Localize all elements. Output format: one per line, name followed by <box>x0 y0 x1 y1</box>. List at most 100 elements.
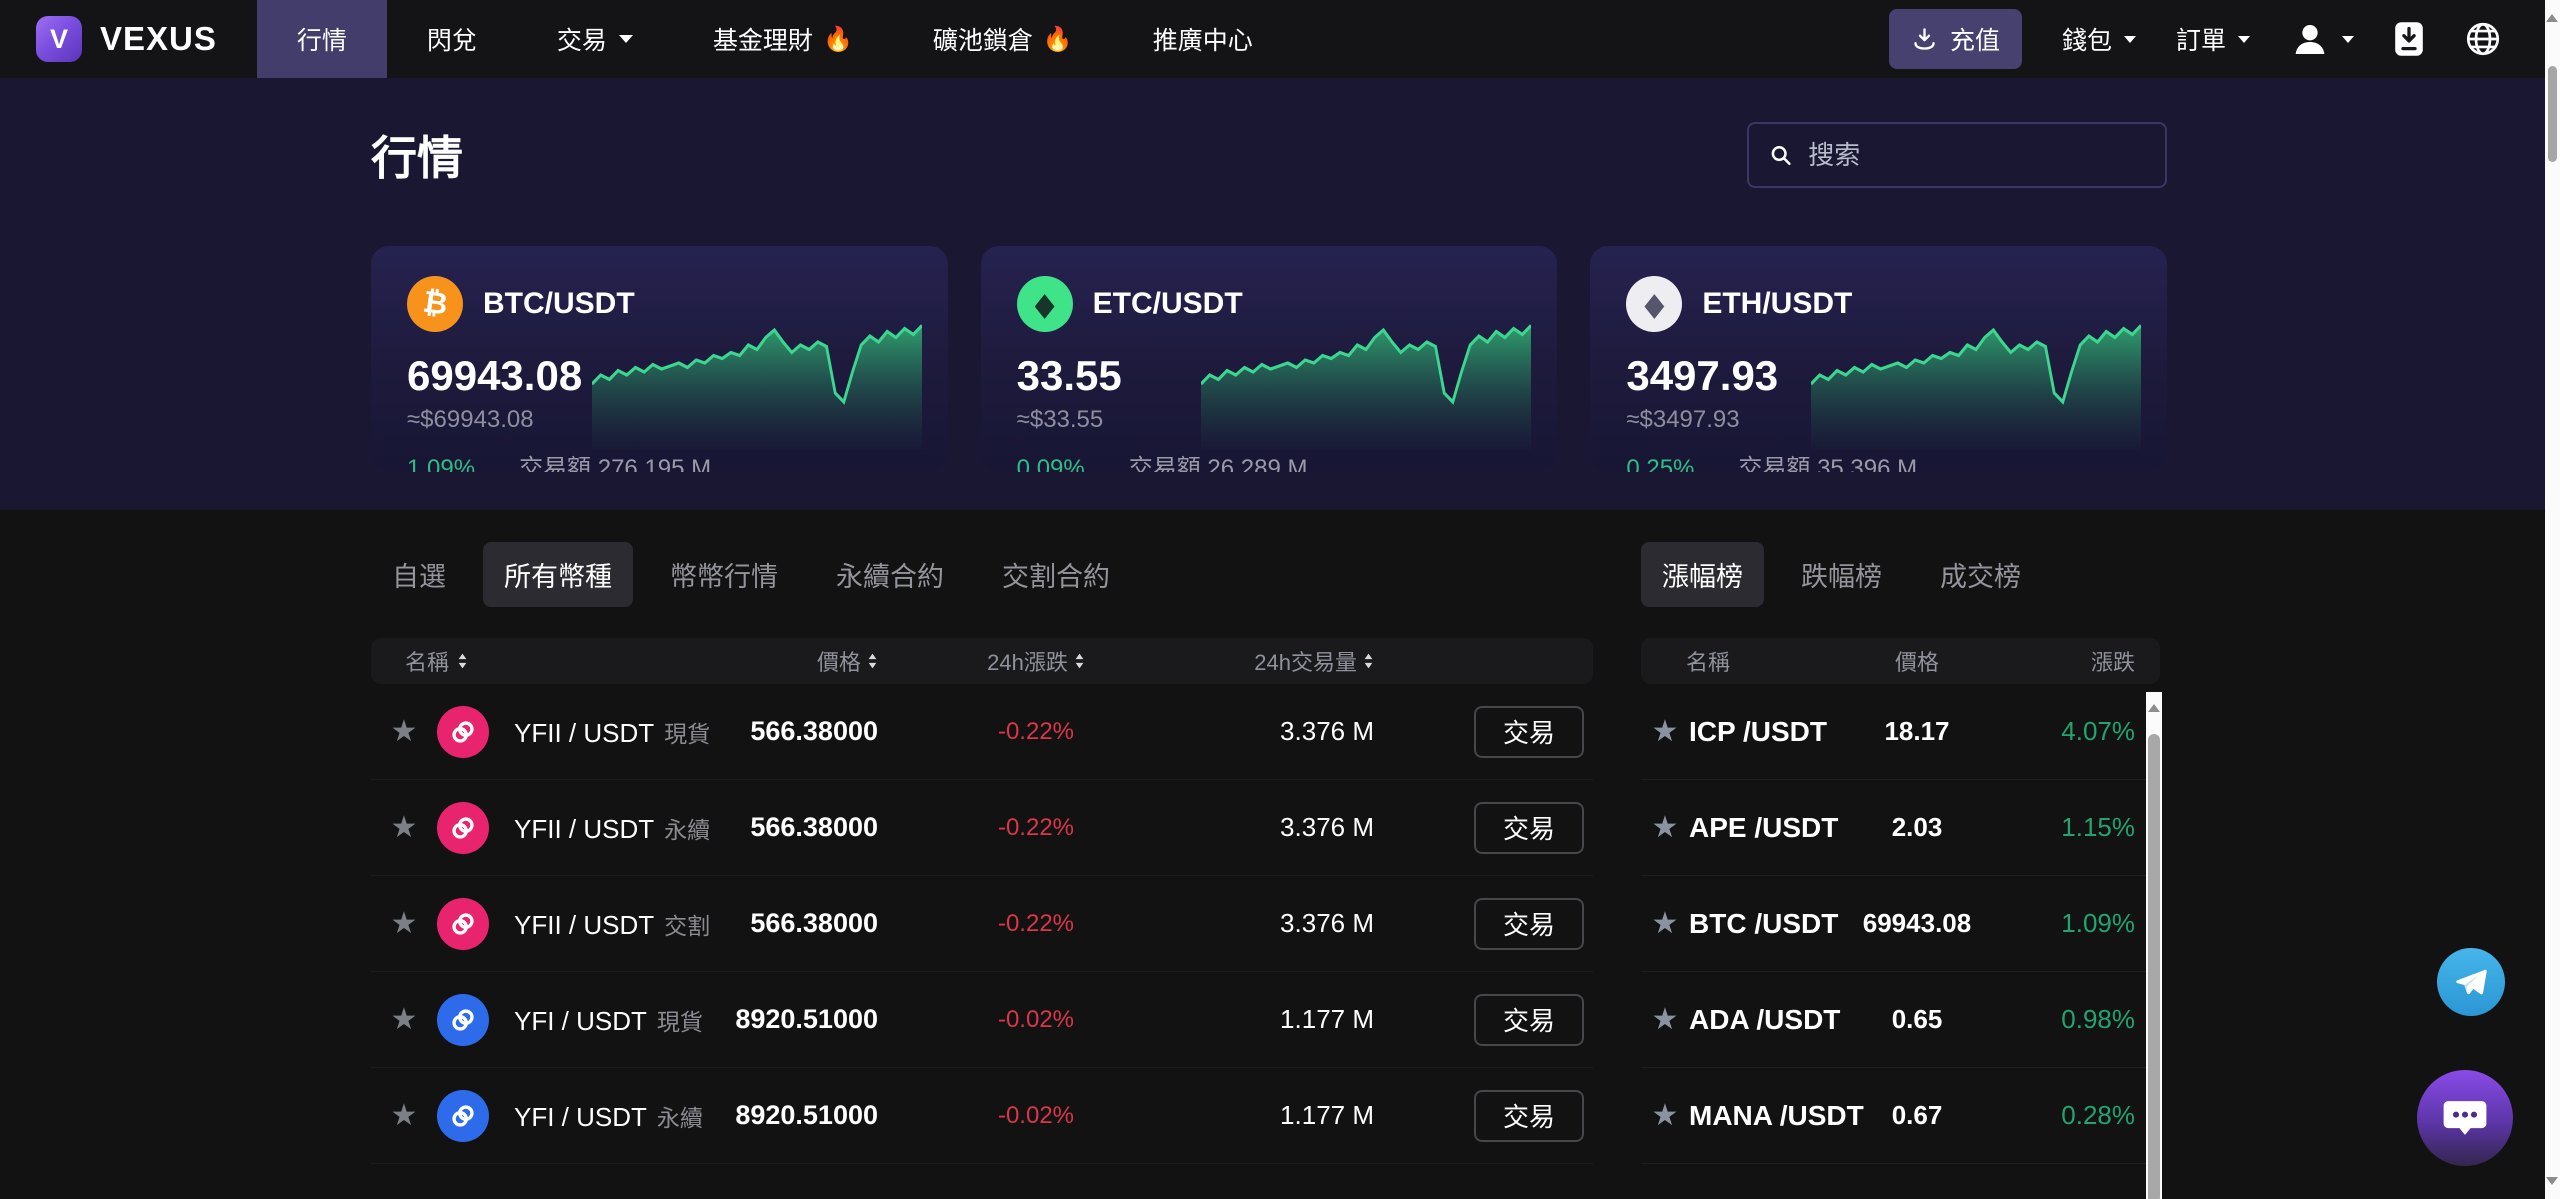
search-input[interactable] <box>1808 140 2145 171</box>
language-globe-button[interactable] <box>2464 20 2502 58</box>
card-volume: 交易額 276.195 M <box>519 448 711 472</box>
board-pair-price: 69943.08 <box>1863 908 1971 939</box>
board-row-1[interactable]: ★APE /USDT2.031.15% <box>1641 780 2160 876</box>
board-pair-name: ICP /USDT <box>1689 716 1849 748</box>
market-card-etc[interactable]: ◆ETC/USDT33.55≈$33.550.09%交易額 26.289 M <box>981 246 1558 472</box>
header-24h-volume[interactable]: 24h交易量 <box>1254 645 1374 677</box>
pair-24h-change: -0.02% <box>998 1006 1074 1034</box>
board-header-change: 漲跌 <box>2091 645 2160 677</box>
favorite-star-icon[interactable]: ★ <box>1641 906 1689 941</box>
board-row-3[interactable]: ★ADA /USDT0.650.98% <box>1641 972 2160 1068</box>
board-pair-name: MANA /USDT <box>1689 1100 1849 1132</box>
nav-item-2[interactable]: 交易 <box>517 0 673 78</box>
scroll-up-arrow-icon[interactable] <box>2148 704 2160 712</box>
yfii-coin-icon <box>437 898 489 950</box>
market-tab-0[interactable]: 自選 <box>371 542 467 607</box>
nav-item-1[interactable]: 閃兌 <box>387 0 517 78</box>
market-card-btc[interactable]: ₿BTC/USDT69943.08≈$69943.081.09%交易額 276.… <box>371 246 948 472</box>
main-nav: 行情閃兌交易基金理財🔥礦池鎖倉🔥推廣中心 <box>257 0 1293 78</box>
board-row-4[interactable]: ★MANA /USDT0.670.28% <box>1641 1068 2160 1164</box>
table-row-4[interactable]: ★YFI / USDT永續8920.51000-0.02%1.177 M交易 <box>371 1068 1593 1164</box>
hero-section: 行情 ₿BTC/USDT69943.08≈$69943.081.09%交易額 2… <box>0 78 2560 510</box>
user-avatar-icon <box>2290 19 2330 59</box>
table-row-0[interactable]: ★YFII / USDT現貨566.38000-0.22%3.376 M交易 <box>371 684 1593 780</box>
scroll-up-arrow-icon[interactable] <box>2546 14 2558 22</box>
nav-item-5[interactable]: 推廣中心 <box>1113 0 1293 78</box>
trade-button[interactable]: 交易 <box>1474 1090 1584 1142</box>
favorite-star-icon[interactable]: ★ <box>371 810 437 845</box>
card-volume: 交易額 35.396 M <box>1738 448 1917 472</box>
favorite-star-icon[interactable]: ★ <box>371 906 437 941</box>
pair-name: YFII / USDT <box>514 814 654 844</box>
market-card-eth[interactable]: ◆ETH/USDT3497.93≈$3497.930.25%交易額 35.396… <box>1590 246 2167 472</box>
pair-price: 566.38000 <box>750 908 878 939</box>
pair-name: YFI / USDT <box>514 1102 647 1132</box>
favorite-star-icon[interactable]: ★ <box>371 1098 437 1133</box>
table-row-2[interactable]: ★YFII / USDT交割566.38000-0.22%3.376 M交易 <box>371 876 1593 972</box>
header-price[interactable]: 價格 <box>817 645 878 677</box>
deposit-tray-icon <box>1911 26 1938 53</box>
favorite-star-icon[interactable]: ★ <box>371 714 437 749</box>
scroll-down-arrow-icon[interactable] <box>2546 1177 2558 1185</box>
markets-table-body: ★YFII / USDT現貨566.38000-0.22%3.376 M交易★Y… <box>371 684 1593 1164</box>
board-row-0[interactable]: ★ICP /USDT18.174.07% <box>1641 684 2160 780</box>
navbar-right: 充值 錢包 訂單 <box>1889 9 2560 69</box>
table-row-3[interactable]: ★YFI / USDT現貨8920.51000-0.02%1.177 M交易 <box>371 972 1593 1068</box>
telegram-fab[interactable] <box>2437 948 2505 1016</box>
app-download-icon <box>2394 21 2424 57</box>
leaderboard-scrollbar[interactable] <box>2146 692 2162 1199</box>
market-tab-2[interactable]: 幣幣行情 <box>649 542 799 607</box>
market-type: 現貨 <box>664 721 710 747</box>
chat-bubble-icon <box>2438 1091 2492 1145</box>
chevron-down-icon <box>2342 36 2354 43</box>
app-download-button[interactable] <box>2394 21 2424 57</box>
brand[interactable]: V VEXUS <box>36 16 217 62</box>
favorite-star-icon[interactable]: ★ <box>1641 714 1689 749</box>
sparkline-chart <box>1811 300 2141 450</box>
card-change-percent: 0.25% <box>1626 455 1694 472</box>
board-header-name: 名稱 <box>1641 645 1849 677</box>
deposit-button[interactable]: 充值 <box>1889 9 2022 69</box>
trade-button[interactable]: 交易 <box>1474 706 1584 758</box>
board-tab-2[interactable]: 成交榜 <box>1919 542 2042 607</box>
table-row-1[interactable]: ★YFII / USDT永續566.38000-0.22%3.376 M交易 <box>371 780 1593 876</box>
board-row-2[interactable]: ★BTC /USDT69943.081.09% <box>1641 876 2160 972</box>
scrollbar-thumb[interactable] <box>2548 66 2557 162</box>
market-type: 現貨 <box>657 1009 703 1035</box>
board-tab-0[interactable]: 漲幅榜 <box>1641 542 1764 607</box>
trade-button[interactable]: 交易 <box>1474 802 1584 854</box>
wallet-menu[interactable]: 錢包 <box>2062 21 2136 57</box>
board-pair-price: 0.65 <box>1892 1004 1943 1035</box>
etc-coin-icon: ◆ <box>1017 276 1073 332</box>
user-menu[interactable] <box>2290 19 2354 59</box>
search-box[interactable] <box>1747 122 2167 188</box>
orders-menu[interactable]: 訂單 <box>2176 21 2250 57</box>
favorite-star-icon[interactable]: ★ <box>1641 1002 1689 1037</box>
card-change-percent: 0.09% <box>1017 455 1085 472</box>
board-pair-price: 0.67 <box>1892 1100 1943 1131</box>
pair-24h-volume: 1.177 M <box>1280 1100 1374 1131</box>
market-tab-1[interactable]: 所有幣種 <box>483 542 633 607</box>
nav-item-4[interactable]: 礦池鎖倉🔥 <box>893 0 1113 78</box>
card-change-percent: 1.09% <box>407 455 475 472</box>
scrollbar-thumb[interactable] <box>2148 734 2160 1199</box>
nav-item-3[interactable]: 基金理財🔥 <box>673 0 893 78</box>
chevron-down-icon <box>2124 36 2136 43</box>
board-header-price: 價格 <box>1895 645 1939 677</box>
btc-coin-icon: ₿ <box>407 276 463 332</box>
board-tab-1[interactable]: 跌幅榜 <box>1780 542 1903 607</box>
favorite-star-icon[interactable]: ★ <box>1641 1098 1689 1133</box>
header-24h-change[interactable]: 24h漲跌 <box>987 645 1085 677</box>
page-title: 行情 <box>371 122 463 188</box>
trade-button[interactable]: 交易 <box>1474 994 1584 1046</box>
brand-name: VEXUS <box>100 20 217 58</box>
favorite-star-icon[interactable]: ★ <box>1641 810 1689 845</box>
chat-support-fab[interactable] <box>2417 1070 2513 1166</box>
nav-item-0[interactable]: 行情 <box>257 0 387 78</box>
market-tab-4[interactable]: 交割合約 <box>981 542 1131 607</box>
market-tab-3[interactable]: 永續合約 <box>815 542 965 607</box>
header-name[interactable]: 名稱 <box>371 645 678 677</box>
favorite-star-icon[interactable]: ★ <box>371 1002 437 1037</box>
trade-button[interactable]: 交易 <box>1474 898 1584 950</box>
page-scrollbar[interactable] <box>2545 0 2560 1199</box>
